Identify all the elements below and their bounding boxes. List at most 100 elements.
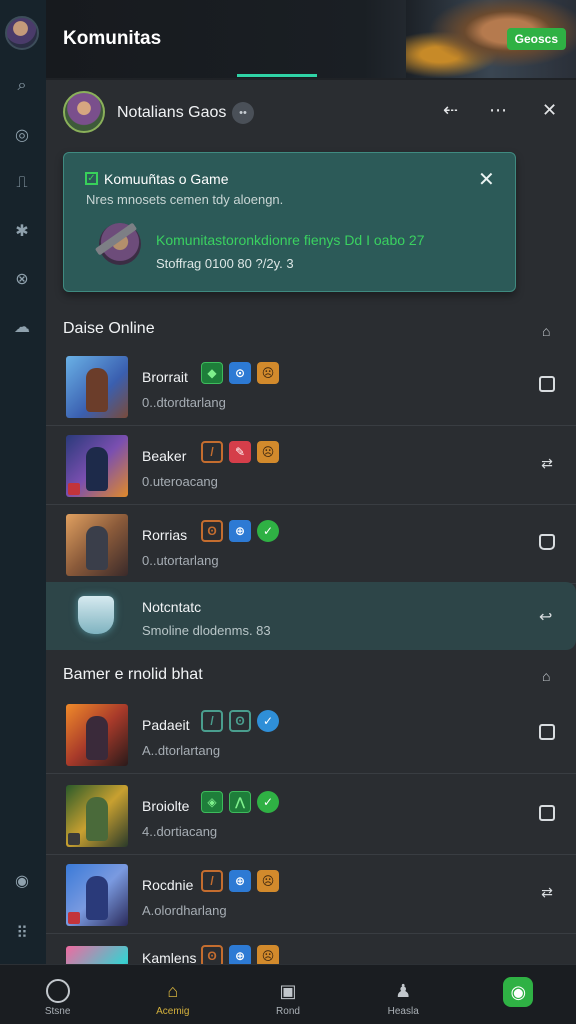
rank-badge-icon: ⊕ <box>229 520 251 542</box>
more-icon[interactable]: ⋯ <box>489 100 507 121</box>
notice-title: Komuuñtas o Game <box>104 171 229 187</box>
slash-badge-icon: / <box>201 441 223 463</box>
nav-home[interactable]: Stsne <box>0 965 115 1024</box>
header-cta-button[interactable]: Geoscs <box>506 28 566 50</box>
highlight-name: Notcntatc <box>142 599 202 615</box>
slash-badge-icon: / <box>201 710 223 732</box>
notice-close-icon[interactable]: ✕ <box>478 167 495 192</box>
player-name: Rocdnie <box>142 877 194 893</box>
player-status: 4..dortiacang <box>142 824 218 839</box>
home-icon[interactable]: ⌂ <box>542 323 550 339</box>
profile-icon[interactable]: ◉ <box>11 870 33 892</box>
list-item[interactable]: Rocdnie A.olordharlang / ⊕ ☹ ⇄ <box>46 856 576 934</box>
profile-icon: ♟ <box>395 980 412 1001</box>
emote-badge-icon: ☹ <box>257 945 279 964</box>
edit-badge-icon: ✎ <box>229 441 251 463</box>
rank-badge-icon: ⊕ <box>229 945 251 964</box>
tab-indicator <box>237 74 317 77</box>
role-tags: ◆ ⊙ ☹ <box>201 362 279 384</box>
role-tags: / ⊕ ☹ <box>201 870 279 892</box>
nav-profile[interactable]: ♟ Heasla <box>346 965 461 1024</box>
compass-icon[interactable]: ◎ <box>11 124 33 146</box>
grid-icon[interactable]: ⠿ <box>11 922 33 944</box>
game-options-badge[interactable]: •• <box>232 102 254 124</box>
check-icon: ✓ <box>85 172 98 185</box>
star-icon[interactable]: ✱ <box>11 220 33 242</box>
verified-check-icon: ✓ <box>257 520 279 542</box>
player-status: A..dtorlartang <box>142 743 221 758</box>
section-title-online: Daise Online <box>63 320 155 337</box>
role-tags: / ʘ ✓ <box>201 710 279 732</box>
reply-icon[interactable]: ↩ <box>539 607 552 627</box>
hero-thumbnail <box>66 435 128 497</box>
list-item[interactable]: Brorrait 0..dtordtarlang ◆ ⊙ ☹ <box>46 348 576 426</box>
mask-badge-icon: ʘ <box>201 945 223 964</box>
select-checkbox[interactable] <box>539 376 555 392</box>
hero-thumbnail <box>66 864 128 926</box>
user-avatar[interactable] <box>5 16 39 50</box>
community-panel: Notalians Gaos •• ⇠ ⋯ ✕ ✓ Komuuñtas o Ga… <box>46 80 576 964</box>
emote-badge-icon: ☹ <box>257 441 279 463</box>
close-icon[interactable]: ✕ <box>542 100 557 121</box>
rank-badge-icon: ⊕ <box>229 870 251 892</box>
player-name: Beaker <box>142 448 187 464</box>
nav-map[interactable]: ◉ <box>461 965 576 1024</box>
swap-icon[interactable]: ⇄ <box>539 455 555 471</box>
player-name: Kamlens <box>142 950 197 964</box>
bookmark-icon[interactable]: ⎍ <box>11 172 33 194</box>
list-item[interactable]: Rorrias 0..utortarlang ʘ ⊕ ✓ <box>46 506 576 584</box>
verified-check-icon: ✓ <box>257 710 279 732</box>
search-icon[interactable]: ⌕ <box>11 75 33 97</box>
section-title-chat: Bamer e rnolid bhat <box>63 666 203 683</box>
share-icon[interactable]: ⇠ <box>443 100 458 121</box>
highlighted-list-item[interactable]: Notcntatc Smoline dlodenms. 83 ↩ <box>46 582 576 650</box>
map-pin-icon: ◉ <box>503 977 534 1007</box>
highlight-subtitle: Smoline dlodenms. 83 <box>142 623 271 638</box>
role-badge-icon: ◈ <box>201 791 223 813</box>
role-tags: / ✎ ☹ <box>201 441 279 463</box>
chevron-badge-icon: ⋀ <box>229 791 251 813</box>
role-tags: ʘ ⊕ ✓ <box>201 520 279 542</box>
nav-store[interactable]: ▣ Rond <box>230 965 345 1024</box>
player-status: 0.uteroacang <box>142 474 218 489</box>
notice-detail-text: Stoffrag 0100 80 ?/2y. 3 <box>156 256 294 271</box>
list-item[interactable]: Broiolte 4..dortiacang ◈ ⋀ ✓ <box>46 777 576 855</box>
folder-icon[interactable] <box>539 534 555 550</box>
mask-badge-icon: ʘ <box>229 710 251 732</box>
player-name: Broiolte <box>142 798 190 814</box>
left-rail: ⌕ ◎ ⎍ ✱ ⊗ ☁ ◉ ⠿ <box>0 0 46 964</box>
select-checkbox[interactable] <box>539 724 555 740</box>
select-checkbox[interactable] <box>539 805 555 821</box>
home-circle-icon <box>45 979 70 1003</box>
player-name: Brorrait <box>142 369 188 385</box>
rank-badge-icon: ⊙ <box>229 362 251 384</box>
nav-label: Heasla <box>387 1006 419 1017</box>
role-badge-icon: ◆ <box>201 362 223 384</box>
page-title: Komunitas <box>63 28 162 49</box>
globe-icon[interactable]: ⊗ <box>11 268 33 290</box>
cloud-icon[interactable]: ☁ <box>11 316 33 338</box>
slash-badge-icon: / <box>201 870 223 892</box>
swap-icon[interactable]: ⇄ <box>539 884 555 900</box>
nav-label: Stsne <box>44 1006 71 1017</box>
hero-thumbnail <box>66 514 128 576</box>
hero-thumbnail <box>66 356 128 418</box>
nav-community[interactable]: ⌂ Acemig <box>115 965 230 1024</box>
list-item[interactable]: Padaeit A..dtorlartang / ʘ ✓ <box>46 696 576 774</box>
player-status: A.olordharlang <box>142 903 227 918</box>
list-item[interactable]: Beaker 0.uteroacang / ✎ ☹ ⇄ <box>46 427 576 505</box>
emote-badge-icon: ☹ <box>257 870 279 892</box>
notice-card: ✓ Komuuñtas o Game Nres mnosets cemen td… <box>63 152 516 292</box>
top-header: Komunitas Geoscs <box>46 0 576 78</box>
verified-check-icon: ✓ <box>257 791 279 813</box>
community-icon: ⌂ <box>167 980 179 1001</box>
game-header: Notalians Gaos •• ⇠ ⋯ ✕ <box>46 80 576 142</box>
game-avatar[interactable] <box>63 91 105 133</box>
store-icon: ▣ <box>279 980 297 1001</box>
nav-label: Acemig <box>156 1006 190 1017</box>
notice-highlight-text[interactable]: Komunitastoronkdionre fienys Dd I oabo 2… <box>156 232 425 248</box>
house-icon[interactable]: ⌂ <box>542 668 550 684</box>
player-name: Padaeit <box>142 717 190 733</box>
list-item[interactable]: Kamlens ʘ ⊕ ☹ <box>46 938 576 964</box>
notice-hero-avatar <box>94 222 141 265</box>
